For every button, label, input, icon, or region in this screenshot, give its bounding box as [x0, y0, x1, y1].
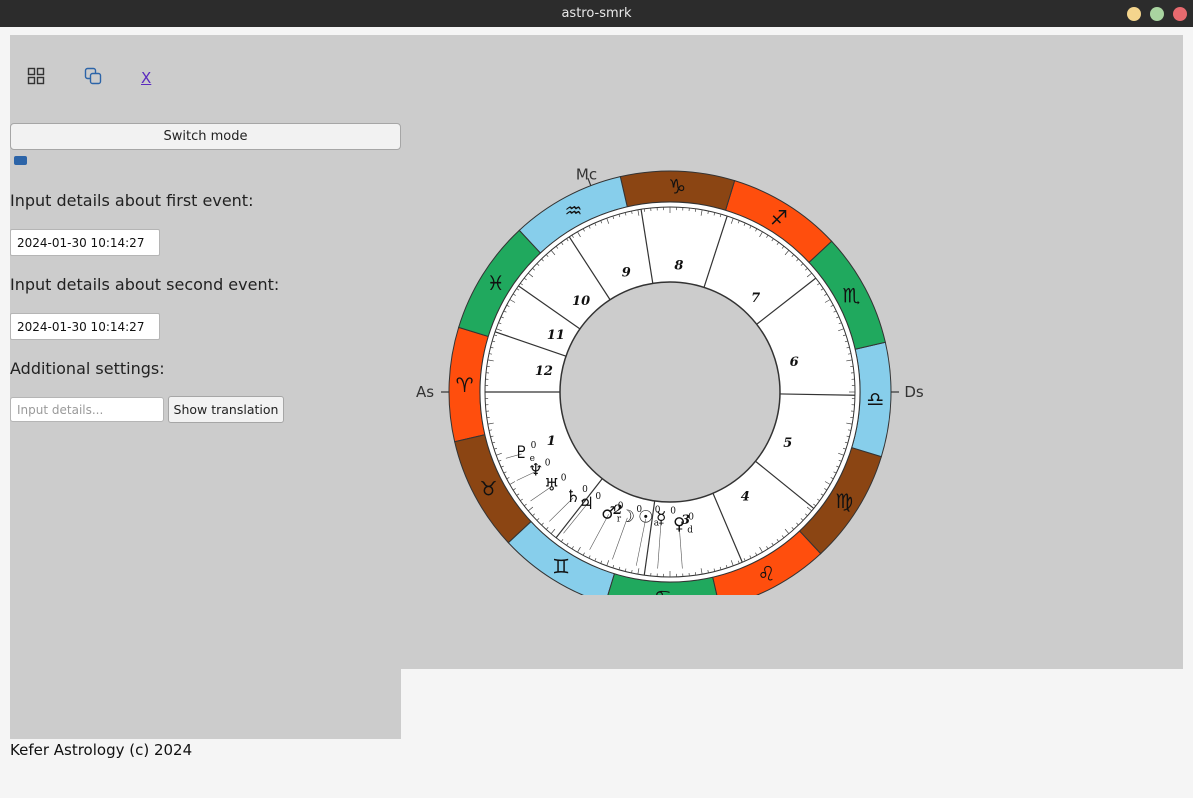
window-title: astro-smrk — [561, 6, 632, 21]
zodiac-glyph-gemini: ♊ — [552, 554, 570, 578]
zodiac-glyph-scorpio: ♏ — [842, 284, 860, 308]
planet-degree-uranus: 0 — [561, 473, 567, 483]
planet-degree-neptune: 0 — [545, 459, 551, 469]
house-number-6: 6 — [790, 355, 799, 370]
inner-circle — [559, 281, 781, 503]
planet-jupiter: ♃ — [579, 494, 594, 514]
house-number-10: 10 — [572, 294, 590, 309]
house-number-7: 7 — [751, 291, 760, 306]
ascendant-label: As — [416, 383, 434, 401]
first-event-input[interactable] — [10, 229, 160, 256]
planet-uranus: ♅ — [544, 475, 559, 495]
additional-settings-label: Additional settings: — [10, 359, 165, 378]
house-number-5: 5 — [783, 436, 792, 451]
close-window-button[interactable] — [1173, 7, 1187, 21]
house-number-8: 8 — [674, 258, 683, 273]
grid-icon[interactable] — [27, 67, 45, 85]
zodiac-glyph-taurus: ♉ — [480, 476, 498, 500]
planet-pluto: ♇ — [514, 443, 529, 463]
zodiac-glyph-cancer: ♋ — [654, 585, 672, 595]
zodiac-glyph-virgo: ♍ — [835, 489, 853, 513]
house-number-11: 11 — [547, 328, 565, 343]
zodiac-glyph-aquarius: ♒ — [565, 199, 583, 223]
progress-bar — [14, 156, 50, 165]
second-event-label: Input details about second event: — [10, 275, 280, 294]
copy-icon[interactable] — [84, 67, 102, 85]
planet-note-venus: d — [687, 526, 693, 536]
footer-text: Kefer Astrology (c) 2024 — [10, 741, 193, 759]
house-number-9: 9 — [622, 266, 631, 281]
planet-venus: ♀ — [673, 515, 685, 535]
planet-degree-pluto: 0 — [531, 441, 537, 451]
planet-degree-jupiter: 0 — [595, 492, 601, 502]
progress-fill — [14, 156, 27, 165]
zodiac-glyph-leo: ♌ — [758, 561, 776, 585]
house-number-1: 1 — [547, 434, 556, 449]
first-event-label: Input details about first event: — [10, 191, 254, 210]
astrology-chart: ♈♉♊♋♌♍♎♏♐♑♒♓123456789101112AsDsMcIc♇0e♆0… — [416, 165, 924, 595]
house-number-12: 12 — [535, 364, 553, 379]
zodiac-glyph-libra: ♎ — [866, 387, 884, 411]
planet-neptune: ♆ — [528, 461, 543, 481]
midheaven-label: Mc — [576, 165, 597, 183]
planet-mars: ♂ — [601, 503, 616, 523]
planet-moon: ☽ — [620, 507, 635, 527]
second-event-input[interactable] — [10, 313, 160, 340]
zodiac-glyph-aries: ♈ — [456, 373, 474, 397]
minimize-button[interactable] — [1127, 7, 1141, 21]
zodiac-glyph-capricorn: ♑ — [668, 175, 686, 199]
window-titlebar: astro-smrk — [0, 0, 1193, 27]
descendant-label: Ds — [904, 383, 924, 401]
planet-sun: ☉ — [638, 508, 653, 528]
details-input[interactable] — [10, 397, 164, 422]
close-link[interactable]: X — [141, 69, 151, 87]
show-translation-button[interactable]: Show translation — [168, 396, 284, 423]
zodiac-glyph-sagittarius: ♐ — [770, 206, 788, 230]
zodiac-glyph-pisces: ♓ — [487, 271, 505, 295]
planet-mercury: ☿ — [656, 509, 666, 529]
maximize-button[interactable] — [1150, 7, 1164, 21]
switch-mode-button[interactable]: Switch mode — [10, 123, 401, 150]
planet-degree-venus: 0 — [688, 513, 694, 523]
house-number-4: 4 — [741, 490, 750, 505]
